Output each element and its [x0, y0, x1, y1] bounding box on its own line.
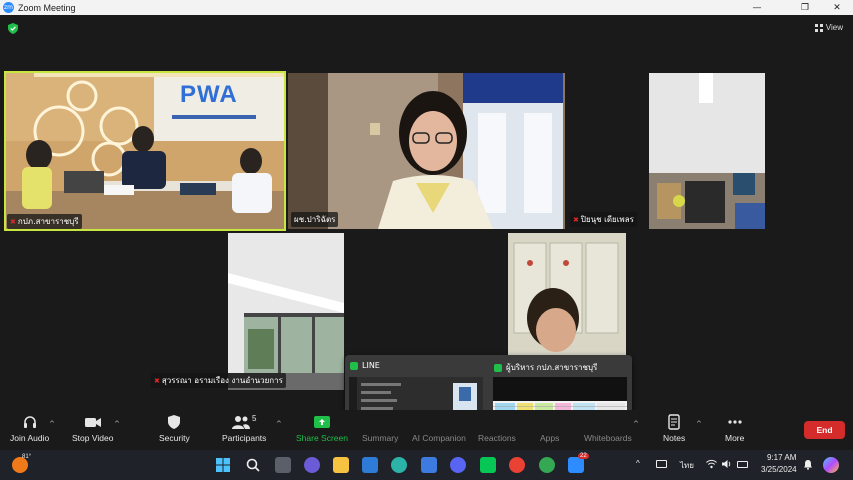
- apps-icon: [542, 414, 558, 430]
- display-icon[interactable]: [656, 460, 667, 468]
- join-audio-button[interactable]: Join Audio: [10, 414, 49, 443]
- video-camera-icon: [84, 418, 101, 427]
- zoom-notification-badge: 22: [578, 453, 589, 459]
- people-icon: [231, 416, 250, 429]
- zoom-taskbar-icon[interactable]: [568, 457, 584, 473]
- clock-time[interactable]: 9:17 AM: [767, 453, 796, 462]
- more-dots-icon: [728, 420, 742, 424]
- notification-bell-icon[interactable]: [803, 459, 813, 470]
- video-feed: [4, 71, 286, 231]
- battery-icon[interactable]: [737, 461, 748, 468]
- summary-button[interactable]: Summary: [362, 414, 398, 443]
- clock-date[interactable]: 3/25/2024: [761, 465, 797, 474]
- windows-taskbar: 81° 22 ^ ไทย 9:17 AM 3/25/2024: [0, 450, 853, 480]
- apps-button[interactable]: Apps: [540, 414, 559, 443]
- line-taskbar-icon[interactable]: [480, 457, 496, 473]
- video-tile-pwa-ratchaburi[interactable]: PWA ✖ กปภ.สาขาราชบุรี: [4, 71, 286, 231]
- reactions-icon: [489, 414, 505, 430]
- video-tile-parichat[interactable]: ผช.ปาริฉัตร: [288, 73, 565, 229]
- more-button[interactable]: More: [725, 414, 744, 443]
- meeting-toolbar: Join Audio ^ Stop Video ^ Security 5 Par…: [0, 410, 853, 450]
- video-feed: [567, 73, 765, 229]
- headphones-icon: [23, 416, 36, 428]
- video-feed: [288, 73, 565, 229]
- ai-companion-button[interactable]: AI Companion: [412, 414, 466, 443]
- participant-label: ✖ กปภ.สาขาราชบุรี: [7, 214, 82, 229]
- task-view-icon[interactable]: [275, 457, 291, 473]
- search-icon[interactable]: [245, 457, 261, 473]
- calendar-icon[interactable]: [421, 457, 437, 473]
- participant-name: ปิยนุช เดียเพลร: [580, 215, 634, 224]
- input-language[interactable]: ไทย: [680, 459, 694, 472]
- summary-icon: [372, 414, 388, 430]
- video-feed: [148, 233, 344, 390]
- mic-muted-icon: ✖: [10, 217, 16, 226]
- shield-icon: [168, 415, 181, 429]
- participant-name: กปภ.สาขาราชบุรี: [17, 217, 79, 226]
- window-title: Zoom Meeting: [18, 2, 76, 13]
- copilot-icon[interactable]: [823, 457, 839, 473]
- share-screen-button[interactable]: Share Screen: [296, 414, 348, 443]
- whiteboards-button[interactable]: Whiteboards: [584, 414, 632, 443]
- participant-name: สุวรรณา อรามเรือง งานอำนวยการ: [161, 376, 283, 385]
- zoom-app-icon: zm: [3, 2, 14, 13]
- ai-companion-icon: [431, 414, 447, 430]
- stop-video-button[interactable]: Stop Video: [72, 414, 113, 443]
- video-tile-suwanna[interactable]: ✖ สุวรรณา อรามเรือง งานอำนวยการ: [148, 233, 344, 390]
- show-hidden-icons-chevron-icon[interactable]: ^: [636, 459, 640, 468]
- encryption-shield-icon[interactable]: [8, 23, 18, 34]
- participant-name: ผช.ปาริฉัตร: [294, 215, 336, 224]
- line-window-title: LINE: [362, 361, 380, 370]
- reactions-button[interactable]: Reactions: [478, 414, 516, 443]
- grid-view-icon: [814, 23, 823, 32]
- file-explorer-icon[interactable]: [333, 457, 349, 473]
- share-screen-icon: [313, 416, 330, 428]
- minimize-button[interactable]: —: [742, 0, 772, 15]
- notes-options-chevron-icon[interactable]: ^: [696, 420, 702, 428]
- wifi-icon[interactable]: [706, 459, 717, 469]
- volume-icon[interactable]: [721, 459, 732, 469]
- windows-start-icon[interactable]: [215, 457, 231, 473]
- notes-button[interactable]: Notes: [663, 414, 685, 443]
- participants-count: 5: [251, 414, 257, 423]
- pwa-logo: PWA: [180, 81, 238, 108]
- teams-chat-icon[interactable]: [304, 457, 320, 473]
- audio-options-chevron-icon[interactable]: ^: [49, 420, 55, 428]
- maximize-button[interactable]: ❐: [790, 0, 820, 15]
- line-app-icon: [350, 361, 358, 370]
- close-button[interactable]: ✕: [822, 0, 852, 15]
- participants-options-chevron-icon[interactable]: ^: [276, 420, 282, 428]
- meeting-stage: View PWA ✖ กปภ.สาขาราชบุรี ผช.ปาริฉัตร ✖…: [0, 15, 853, 453]
- mail-icon[interactable]: [362, 457, 378, 473]
- view-label: View: [825, 23, 843, 32]
- end-meeting-button[interactable]: End: [804, 421, 845, 439]
- participant-label: ผช.ปาริฉัตร: [291, 212, 339, 227]
- video-tile-piyanuch[interactable]: ✖ ปิยนุช เดียเพลร: [567, 73, 765, 229]
- mic-muted-icon: ✖: [154, 376, 160, 385]
- mic-muted-icon: ✖: [573, 215, 579, 224]
- whiteboard-icon: [600, 414, 616, 430]
- notes-icon: [668, 414, 680, 430]
- participant-label: ✖ ปิยนุช เดียเพลร: [570, 212, 637, 227]
- participant-label: ✖ สุวรรณา อรามเรือง งานอำนวยการ: [151, 373, 286, 388]
- chrome-icon[interactable]: [509, 457, 525, 473]
- discord-icon[interactable]: [450, 457, 466, 473]
- edge-browser-icon[interactable]: [391, 457, 407, 473]
- chrome-profile-icon[interactable]: [539, 457, 555, 473]
- security-button[interactable]: Security: [159, 414, 190, 443]
- title-bar: zm Zoom Meeting — ❐ ✕: [0, 0, 853, 15]
- spreadsheet-window-title: ผู้บริหาร กปภ.สาขาราชบุรี: [506, 363, 598, 372]
- whiteboards-options-chevron-icon[interactable]: ^: [633, 420, 639, 428]
- line-app-icon: [494, 363, 502, 372]
- video-options-chevron-icon[interactable]: ^: [114, 420, 120, 428]
- weather-temperature: 81°: [22, 454, 32, 460]
- view-button[interactable]: View: [814, 23, 843, 32]
- participants-button[interactable]: 5 Participants: [222, 414, 266, 443]
